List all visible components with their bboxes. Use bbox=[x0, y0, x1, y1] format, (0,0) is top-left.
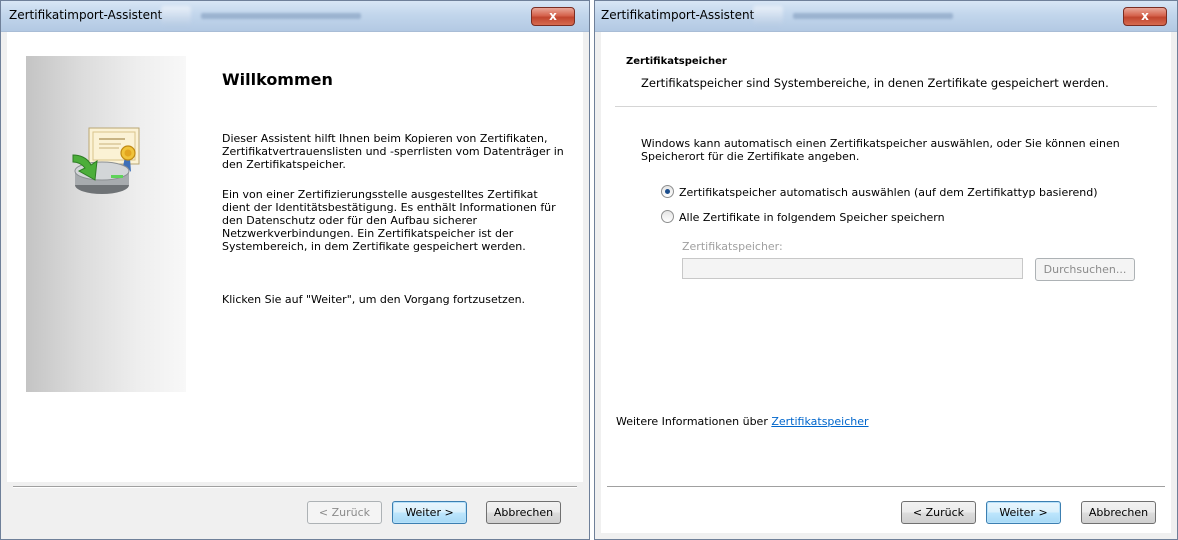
title-bar[interactable]: Zertifikatimport-Assistent x bbox=[595, 1, 1177, 32]
cancel-button[interactable]: Abbrechen bbox=[1081, 501, 1156, 524]
wizard-page: Willkommen Dieser Assistent hilft Ihnen … bbox=[7, 32, 583, 482]
background-window-blur bbox=[793, 13, 953, 19]
background-window-blur bbox=[201, 13, 361, 19]
intro-paragraph: Dieser Assistent hilft Ihnen beim Kopier… bbox=[222, 132, 564, 171]
wizard-store-window: Zertifikatimport-Assistent x Zertifikats… bbox=[594, 0, 1178, 540]
close-button[interactable]: x bbox=[531, 7, 575, 26]
button-separator bbox=[13, 486, 577, 488]
more-info-text: Weitere Informationen über bbox=[616, 415, 772, 428]
title-bar[interactable]: Zertifikatimport-Assistent x bbox=[1, 1, 589, 32]
radio-manual-store[interactable]: Alle Zertifikate in folgendem Speicher s… bbox=[661, 210, 945, 224]
section-title: Zertifikatspeicher bbox=[626, 56, 727, 67]
wizard-side-banner bbox=[26, 56, 186, 392]
window-client-area: Willkommen Dieser Assistent hilft Ihnen … bbox=[7, 32, 583, 533]
close-button[interactable]: x bbox=[1123, 7, 1167, 26]
store-field[interactable] bbox=[682, 258, 1023, 279]
wizard-welcome-window: Zertifikatimport-Assistent x Willkommen … bbox=[0, 0, 590, 540]
back-button[interactable]: < Zurück bbox=[901, 501, 976, 524]
next-button[interactable]: Weiter > bbox=[986, 501, 1061, 524]
certificate-explanation: Ein von einer Zertifizierungsstelle ausg… bbox=[222, 188, 556, 253]
taskbar-blur bbox=[753, 6, 783, 26]
continue-hint: Klicken Sie auf "Weiter", um den Vorgang… bbox=[222, 293, 526, 306]
radio-auto-label: Zertifikatspeicher automatisch auswählen… bbox=[679, 186, 1098, 199]
radio-manual-label: Alle Zertifikate in folgendem Speicher s… bbox=[679, 211, 945, 224]
header-divider bbox=[615, 106, 1157, 107]
window-client-area: Zertifikatspeicher Zertifikatspeicher si… bbox=[601, 32, 1171, 533]
store-help-link[interactable]: Zertifikatspeicher bbox=[771, 415, 868, 428]
page-heading: Willkommen bbox=[222, 70, 333, 89]
window-title: Zertifikatimport-Assistent bbox=[601, 8, 755, 22]
close-icon: x bbox=[549, 9, 557, 23]
section-subtitle: Zertifikatspeicher sind Systembereiche, … bbox=[641, 76, 1109, 90]
next-button[interactable]: Weiter > bbox=[392, 501, 467, 524]
store-field-label: Zertifikatspeicher: bbox=[682, 240, 783, 253]
certificate-import-icon bbox=[67, 125, 147, 200]
cancel-button[interactable]: Abbrechen bbox=[486, 501, 561, 524]
button-separator bbox=[607, 486, 1165, 488]
radio-unselected-icon[interactable] bbox=[661, 210, 674, 223]
back-button[interactable]: < Zurück bbox=[307, 501, 382, 524]
store-description: Windows kann automatisch einen Zertifika… bbox=[641, 137, 1120, 163]
radio-selected-icon[interactable] bbox=[661, 185, 674, 198]
radio-auto-select[interactable]: Zertifikatspeicher automatisch auswählen… bbox=[661, 185, 1098, 199]
window-title: Zertifikatimport-Assistent bbox=[9, 8, 163, 22]
close-icon: x bbox=[1141, 9, 1149, 23]
more-info: Weitere Informationen über Zertifikatspe… bbox=[616, 415, 869, 428]
taskbar-blur bbox=[161, 6, 191, 26]
browse-button[interactable]: Durchsuchen... bbox=[1035, 258, 1135, 281]
